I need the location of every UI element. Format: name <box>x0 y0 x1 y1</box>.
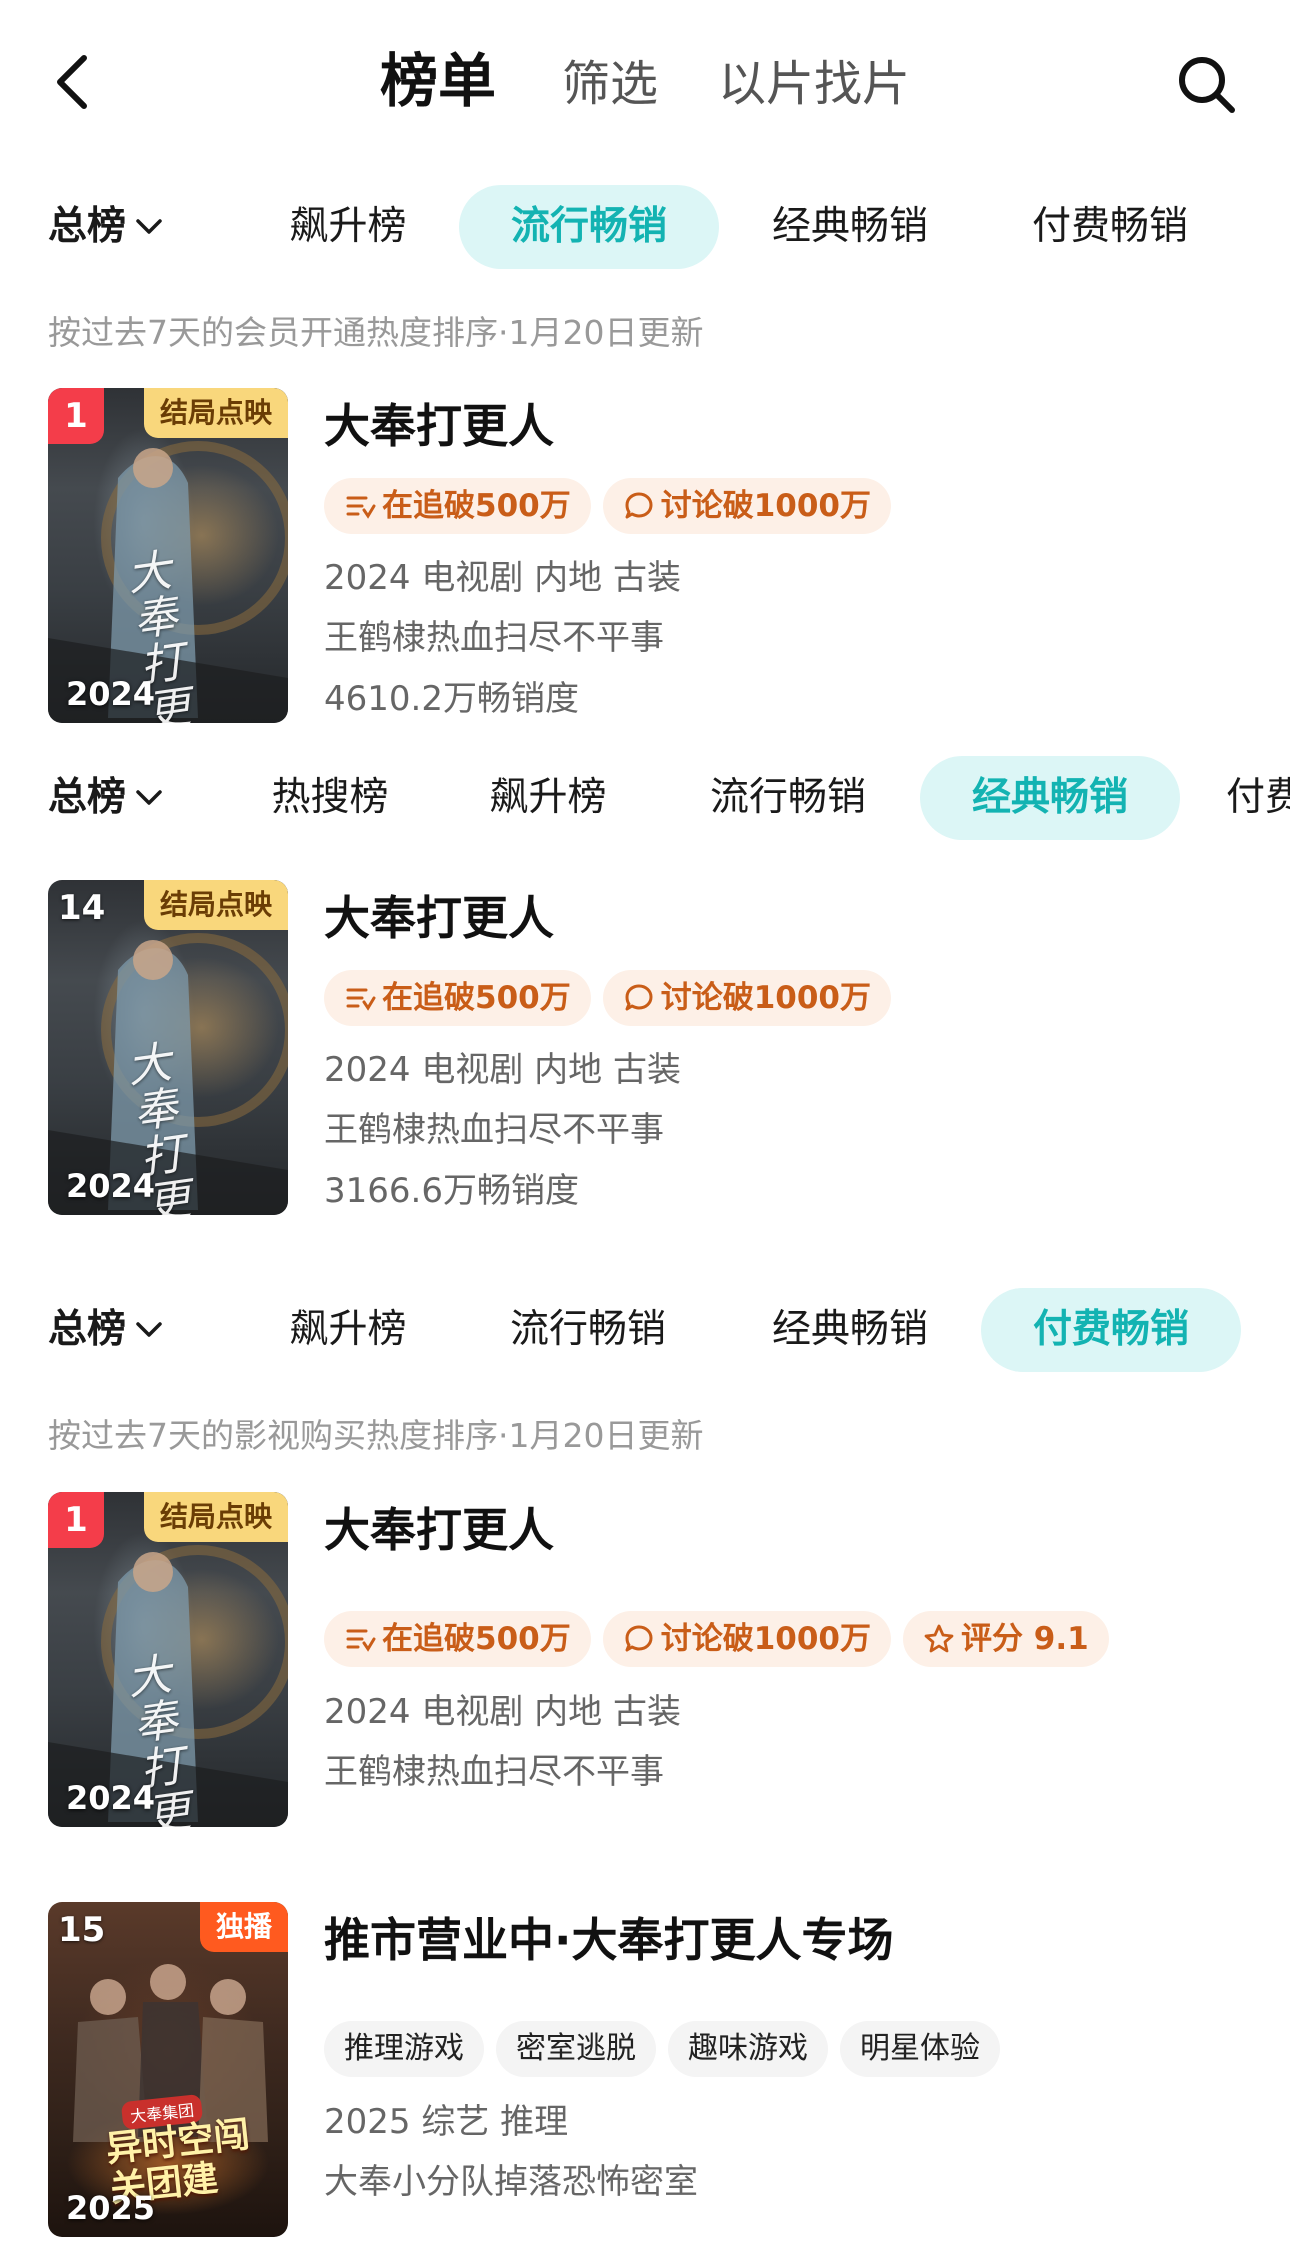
item-title[interactable]: 大奉打更人 <box>324 888 554 948</box>
comment-icon <box>625 1625 653 1651</box>
poster-image[interactable]: 1 结局点映 大奉打更人 2024 <box>48 1492 288 1827</box>
stat-chip: 讨论破1000万 <box>602 970 891 1026</box>
tab-classic-bestseller[interactable]: 经典畅销 <box>920 756 1180 840</box>
chart-tab-row: 总榜 热搜榜 飙升榜 流行畅销 经典畅销 付费畅销 <box>0 756 1290 840</box>
poster-image[interactable]: 15 独播 大奉集团 异时空闯关团建 2025 <box>48 1902 288 2237</box>
poster-year: 2024 <box>66 1779 156 1817</box>
chevron-down-icon <box>136 789 162 805</box>
tab-total-dropdown[interactable]: 总榜 <box>48 756 164 840</box>
poster-year: 2025 <box>66 2189 156 2227</box>
star-icon <box>924 1624 954 1652</box>
finale-screening-badge: 结局点映 <box>143 880 288 930</box>
genre-tag[interactable]: 密室逃脱 <box>496 2021 656 2077</box>
back-button[interactable] <box>48 50 96 114</box>
item-title[interactable]: 大奉打更人 <box>324 1500 554 1560</box>
search-icon <box>1179 57 1235 113</box>
tab-rising[interactable]: 飙升榜 <box>470 756 626 840</box>
exclusive-badge: 独播 <box>199 1902 288 1952</box>
meta-line: 3166.6万畅销度 <box>324 1171 579 1211</box>
tab-total-dropdown[interactable]: 总榜 <box>48 1288 164 1372</box>
finale-screening-badge: 结局点映 <box>143 1492 288 1542</box>
chevron-down-icon <box>136 218 162 234</box>
page-title[interactable]: 榜单 <box>380 46 496 116</box>
list-icon <box>346 496 376 519</box>
item-title[interactable]: 大奉打更人 <box>324 396 554 456</box>
tab-rising[interactable]: 飙升榜 <box>270 1288 426 1372</box>
stat-chip: 讨论破1000万 <box>602 478 891 534</box>
rank-badge: 1 <box>48 1492 104 1548</box>
ranking-note: 按过去7天的影视购买热度排序·1月20日更新 <box>48 1416 704 1455</box>
tab-total-dropdown[interactable]: 总榜 <box>48 185 164 269</box>
ranking-note: 按过去7天的会员开通热度排序·1月20日更新 <box>48 313 704 352</box>
tab-total-label: 总榜 <box>48 1307 127 1352</box>
meta-line: 王鹤棣热血扫尽不平事 <box>324 1752 664 1792</box>
stat-chip: 在追破500万 <box>324 478 591 534</box>
stat-chip: 在追破500万 <box>324 1611 591 1667</box>
tab-paid-bestseller[interactable]: 付费畅销 <box>1226 756 1290 840</box>
stat-chips: 在追破500万 讨论破1000万 评分 9.1 <box>324 1611 1121 1667</box>
stat-chip: 讨论破1000万 <box>602 1611 891 1667</box>
stat-chip: 在追破500万 <box>324 970 591 1026</box>
list-icon <box>346 988 376 1011</box>
stat-chips: 在追破500万 讨论破1000万 <box>324 478 903 534</box>
genre-tags: 推理游戏 密室逃脱 趣味游戏 明星体验 <box>324 2021 1012 2077</box>
chevron-left-icon <box>57 55 87 109</box>
tab-rising[interactable]: 飙升榜 <box>270 185 426 269</box>
tab-paid-bestseller[interactable]: 付费畅销 <box>981 1288 1241 1372</box>
tab-classic-bestseller[interactable]: 经典畅销 <box>752 1288 948 1372</box>
poster-year: 2024 <box>66 1167 156 1205</box>
comment-icon <box>625 492 653 518</box>
rank-badge: 1 <box>48 388 104 444</box>
rank-badge: 14 <box>58 888 106 928</box>
tab-total-label: 总榜 <box>48 775 127 820</box>
list-icon <box>346 1629 376 1652</box>
poster-image[interactable]: 14 结局点映 大奉打更人 2024 <box>48 880 288 1215</box>
meta-line: 4610.2万畅销度 <box>324 679 579 719</box>
tab-paid-bestseller[interactable]: 付费畅销 <box>1012 185 1208 269</box>
meta-line: 2024 电视剧 内地 古装 <box>324 1692 681 1732</box>
meta-line: 2024 电视剧 内地 古装 <box>324 558 681 598</box>
meta-line: 2024 电视剧 内地 古装 <box>324 1050 681 1090</box>
tab-popular-bestseller[interactable]: 流行畅销 <box>490 1288 686 1372</box>
chart-tab-row: 总榜 飙升榜 流行畅销 经典畅销 付费畅销 <box>0 1288 1290 1372</box>
poster-image[interactable]: 1 结局点映 大奉打更人 2024 <box>48 388 288 723</box>
genre-tag[interactable]: 明星体验 <box>840 2021 1000 2077</box>
tab-hot-search[interactable]: 热搜榜 <box>252 756 408 840</box>
meta-line: 王鹤棣热血扫尽不平事 <box>324 618 664 658</box>
meta-line: 2025 综艺 推理 <box>324 2102 569 2142</box>
chevron-down-icon <box>136 1321 162 1337</box>
tab-classic-bestseller[interactable]: 经典畅销 <box>752 185 948 269</box>
comment-icon <box>625 984 653 1010</box>
item-title[interactable]: 推市营业中·大奉打更人专场 <box>324 1910 893 1970</box>
tab-filter[interactable]: 筛选 <box>562 52 658 116</box>
poster-year: 2024 <box>66 675 156 713</box>
rank-badge: 15 <box>58 1910 106 1950</box>
genre-tag[interactable]: 推理游戏 <box>324 2021 484 2077</box>
tab-total-label: 总榜 <box>48 204 127 249</box>
rating-chip: 评分 9.1 <box>903 1611 1109 1667</box>
tab-popular-bestseller[interactable]: 流行畅销 <box>690 756 886 840</box>
finale-screening-badge: 结局点映 <box>143 388 288 438</box>
meta-line: 王鹤棣热血扫尽不平事 <box>324 1110 664 1150</box>
tab-popular-bestseller[interactable]: 流行畅销 <box>459 185 719 269</box>
chart-tab-row: 总榜 飙升榜 流行畅销 经典畅销 付费畅销 <box>0 185 1290 269</box>
genre-tag[interactable]: 趣味游戏 <box>668 2021 828 2077</box>
search-button[interactable] <box>1172 50 1240 118</box>
tab-find-by-film[interactable]: 以片找片 <box>718 52 910 116</box>
meta-line: 大奉小分队掉落恐怖密室 <box>324 2162 698 2202</box>
stat-chips: 在追破500万 讨论破1000万 <box>324 970 903 1026</box>
